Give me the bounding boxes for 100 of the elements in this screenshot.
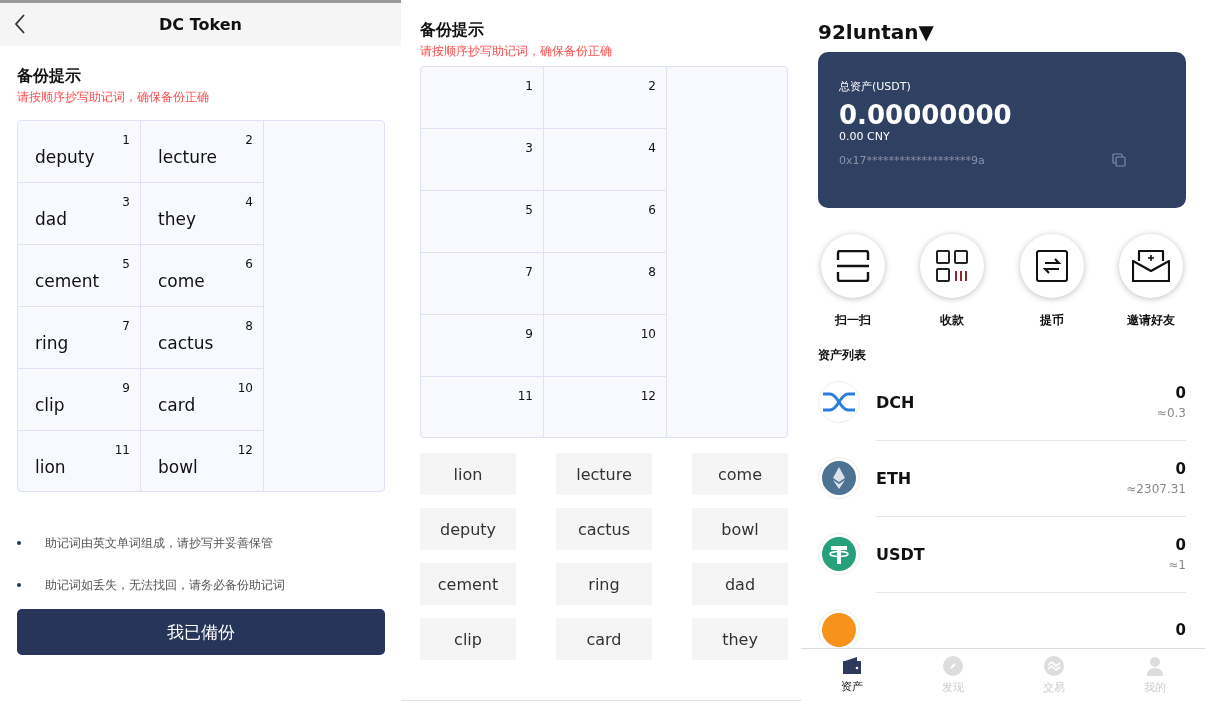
hint-text: 请按顺序抄写助记词，确保备份正确 — [17, 89, 210, 106]
page-title: DC Token — [159, 15, 242, 34]
back-icon[interactable] — [14, 14, 26, 34]
action-button[interactable] — [920, 234, 985, 298]
word-number: 2 — [245, 133, 253, 147]
action-label: 扫一扫 — [835, 312, 871, 329]
wallet-name[interactable]: 92luntan▼ — [818, 20, 1185, 44]
word-chip[interactable]: lecture — [556, 453, 652, 495]
word-number: 4 — [648, 141, 656, 155]
word-number: 10 — [640, 327, 656, 341]
word-slot[interactable]: 12 — [544, 377, 667, 437]
word-number: 11 — [517, 389, 533, 403]
word-chip[interactable]: they — [692, 618, 788, 660]
word-number: 11 — [114, 443, 130, 457]
word-number: 7 — [525, 265, 533, 279]
word-slot[interactable]: 7 — [421, 253, 544, 315]
word-text: bowl — [158, 457, 199, 477]
word-chip[interactable]: come — [692, 453, 788, 495]
word-chip[interactable]: ring — [556, 563, 652, 605]
envelope-icon — [1132, 249, 1170, 283]
word-number: 2 — [648, 79, 656, 93]
action-button[interactable] — [821, 234, 885, 298]
action-button[interactable] — [1019, 234, 1084, 298]
qr-code-icon — [936, 250, 969, 282]
asset-name: ETH — [876, 468, 912, 488]
word-number: 12 — [640, 389, 656, 403]
hint-text: 请按顺序抄写助记词，确保备份正确 — [420, 43, 613, 60]
asset-value: ≈1 — [1168, 558, 1186, 572]
action-label: 收款 — [940, 312, 965, 329]
word-chip[interactable]: cement — [420, 563, 516, 605]
word-number: 4 — [245, 195, 253, 209]
word-chip[interactable]: bowl — [692, 508, 788, 550]
asset-amount: 0 — [1175, 536, 1186, 554]
note-text: 助记词如丢失，无法找回，请务必备份助记词 — [45, 576, 285, 594]
word-slot[interactable]: 6 — [544, 191, 667, 253]
word-slot[interactable]: 8 — [544, 253, 667, 315]
word-text: they — [158, 209, 197, 229]
word-number: 8 — [648, 265, 656, 279]
balance-label: 总资产(USDT) — [839, 79, 912, 94]
word-number: 3 — [122, 195, 130, 209]
compass-icon — [942, 655, 963, 676]
asset-amount: 0 — [1175, 621, 1186, 639]
word-number: 12 — [237, 443, 253, 457]
word-number: 1 — [122, 133, 130, 147]
word-chip[interactable]: dad — [692, 563, 788, 605]
word-text: dad — [35, 209, 68, 229]
word-text: cactus — [158, 333, 215, 353]
user-icon — [1145, 655, 1164, 676]
confirm-button[interactable]: 我已備份 — [17, 609, 385, 655]
word-slot[interactable]: 9 — [421, 315, 544, 377]
word-slot[interactable]: 1 — [421, 67, 544, 129]
word-number: 9 — [122, 381, 130, 395]
action-label: 邀请好友 — [1127, 312, 1175, 329]
word-number: 5 — [525, 203, 533, 217]
word-chip[interactable]: clip — [420, 618, 516, 660]
transfer-icon — [1035, 250, 1068, 282]
word-number: 7 — [122, 319, 130, 333]
word-text: lion — [35, 457, 67, 477]
word-text: come — [158, 271, 206, 291]
bullet-icon — [17, 541, 21, 545]
word-slot[interactable]: 3 — [421, 129, 544, 191]
word-number: 8 — [245, 319, 253, 333]
word-slot[interactable]: 10 — [544, 315, 667, 377]
section-heading: 备份提示 — [420, 20, 485, 41]
word-number: 3 — [525, 141, 533, 155]
word-chip[interactable]: lion — [420, 453, 516, 495]
action-label: 提币 — [1039, 312, 1064, 329]
note-text: 助记词由英文单词组成，请抄写并妥善保管 — [45, 534, 273, 552]
word-number: 10 — [237, 381, 253, 395]
word-slot[interactable]: 11 — [421, 377, 544, 437]
section-heading: 备份提示 — [17, 66, 82, 87]
bullet-icon — [17, 583, 21, 587]
word-number: 6 — [648, 203, 656, 217]
word-text: card — [158, 395, 197, 415]
word-slot[interactable]: 2 — [544, 67, 667, 129]
asset-value: ≈0.3 — [1156, 406, 1186, 420]
word-number: 5 — [122, 257, 130, 271]
asset-amount: 0 — [1175, 384, 1186, 402]
asset-amount: 0 — [1175, 460, 1186, 478]
asset-name: DCH — [876, 392, 915, 412]
word-chip[interactable]: cactus — [556, 508, 652, 550]
word-text: deputy — [35, 147, 96, 167]
copy-icon[interactable] — [1112, 153, 1126, 167]
word-text: lecture — [158, 147, 219, 167]
action-button[interactable] — [1119, 234, 1183, 298]
word-chip[interactable]: card — [556, 618, 652, 660]
asset-name: USDT — [876, 544, 925, 564]
word-slot[interactable]: 5 — [421, 191, 544, 253]
balance-amount: 0.00000000 — [839, 100, 1013, 130]
word-chip[interactable]: deputy — [420, 508, 516, 550]
word-slot[interactable]: 4 — [544, 129, 667, 191]
word-number: 9 — [525, 327, 533, 341]
word-text: cement — [35, 271, 101, 291]
word-number: 1 — [525, 79, 533, 93]
tab-item[interactable]: 资产 — [801, 649, 902, 701]
word-text: ring — [35, 333, 70, 353]
word-number: 6 — [245, 257, 253, 271]
exchange-icon — [1043, 655, 1064, 676]
fiat-amount: 0.00 CNY — [839, 130, 891, 143]
wallet-address: 0x17*******************9a — [839, 153, 985, 167]
